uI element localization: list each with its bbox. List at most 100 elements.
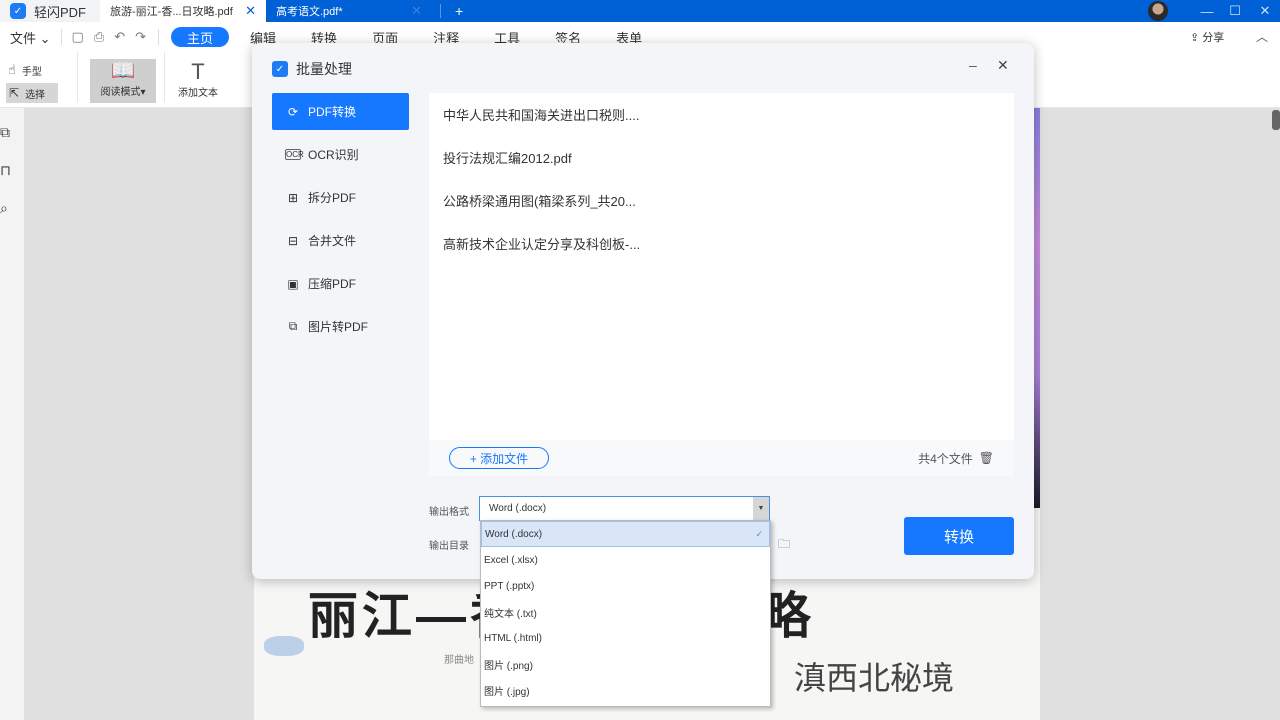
file-menu[interactable]: 文件 ⌄ xyxy=(10,28,51,47)
option-label: Excel (.xlsx) xyxy=(484,554,538,566)
format-option[interactable]: 图片 (.png) xyxy=(481,651,770,677)
sidebar-label: 合并文件 xyxy=(308,234,357,248)
option-label: 图片 (.png) xyxy=(484,660,533,672)
option-label: Word (.docx) xyxy=(485,528,543,540)
search-icon[interactable]: ⌕ xyxy=(0,200,8,217)
share-label: 分享 xyxy=(1202,32,1225,44)
option-label: PPT (.pptx) xyxy=(484,580,535,592)
tab-doc-1[interactable]: 旅游-丽江-香...日攻略.pdf ✕ xyxy=(100,0,266,22)
file-list-item[interactable]: 高新技术企业认定分享及科创板-... xyxy=(429,222,1014,265)
sidebar-label: 图片转PDF xyxy=(308,320,369,334)
add-text-button[interactable]: T 添加文本 xyxy=(178,59,218,100)
app-tab[interactable]: ✓ 轻闪PDF xyxy=(0,0,100,22)
format-option[interactable]: Word (.docx) ✓ xyxy=(481,521,770,547)
app-logo-icon: ✓ xyxy=(10,3,26,19)
file-list: 中华人民共和国海关进出口税则.... 投行法规汇编2012.pdf 公路桥梁通用… xyxy=(429,93,1014,440)
sidebar-item-ocr[interactable]: OCR OCR识别 xyxy=(272,136,409,173)
option-label: 图片 (.jpg) xyxy=(484,686,530,698)
add-file-button[interactable]: + 添加文件 xyxy=(449,447,549,469)
format-dropdown: Word (.docx) ✓ Excel (.xlsx) PPT (.pptx) … xyxy=(480,520,771,707)
file-list-item[interactable]: 公路桥梁通用图(箱梁系列_共20... xyxy=(429,179,1014,222)
format-option[interactable]: Excel (.xlsx) xyxy=(481,547,770,573)
new-tab-button[interactable]: + xyxy=(449,3,469,19)
check-icon: ✓ xyxy=(755,528,763,539)
chevron-down-icon[interactable]: ▼ xyxy=(753,497,769,520)
file-list-footer: + 添加文件 共4个文件 🗑 xyxy=(429,440,1014,476)
share-icon: ⇪ xyxy=(1190,32,1203,44)
collapse-ribbon-icon[interactable]: ︿ xyxy=(1256,28,1268,45)
select-tool[interactable]: ⇱ 选择 xyxy=(6,83,58,103)
file-list-item[interactable]: 中华人民共和国海关进出口税则.... xyxy=(429,93,1014,136)
close-tab-icon[interactable]: ✕ xyxy=(245,3,256,19)
convert-button[interactable]: 转换 xyxy=(904,517,1014,555)
share-button[interactable]: ⇪ 分享 xyxy=(1190,29,1224,45)
format-option[interactable]: HTML (.html) xyxy=(481,625,770,651)
print-icon[interactable]: ⎙ xyxy=(94,29,104,45)
read-mode-label: 阅读模式▾ xyxy=(100,87,146,98)
text-icon: T xyxy=(191,59,205,84)
folder-icon[interactable]: 🗀 xyxy=(778,535,790,556)
format-option[interactable]: 图片 (.jpg) xyxy=(481,677,770,703)
sidebar-item-split[interactable]: ⊞ 拆分PDF xyxy=(272,179,409,216)
dialog-sidebar: ⟳ PDF转换 OCR OCR识别 ⊞ 拆分PDF ⊟ 合并文件 ▣ 压缩PDF ⧉ 图片转… xyxy=(272,93,409,351)
option-label: HTML (.html) xyxy=(484,632,542,644)
hand-icon: ☝ xyxy=(8,62,16,77)
trash-icon[interactable]: 🗑 xyxy=(979,451,994,465)
convert-icon: ⟳ xyxy=(287,104,299,119)
image-to-pdf-icon: ⧉ xyxy=(288,319,298,333)
tab-label: 高考语文.pdf* xyxy=(276,6,343,18)
sidebar-item-compress[interactable]: ▣ 压缩PDF xyxy=(272,265,409,302)
tab-home[interactable]: 主页 xyxy=(171,27,230,47)
tab-divider xyxy=(440,4,441,18)
dialog-close-button[interactable]: ✕ xyxy=(997,57,1009,74)
maximize-button[interactable]: ☐ xyxy=(1220,0,1250,22)
user-avatar[interactable] xyxy=(1148,1,1168,21)
format-option[interactable]: PPT (.pptx) xyxy=(481,573,770,599)
map-label: 那曲地 xyxy=(444,655,474,666)
file-count-text: 共4个文件 xyxy=(918,451,973,466)
option-label: 纯文本 (.txt) xyxy=(484,608,537,620)
output-format-select[interactable]: Word (.docx) ▼ xyxy=(479,496,770,521)
add-text-label: 添加文本 xyxy=(178,88,218,99)
redo-icon[interactable]: ↷ xyxy=(135,29,146,45)
format-option[interactable]: 纯文本 (.txt) xyxy=(481,599,770,625)
tab-doc-2[interactable]: 高考语文.pdf* ✕ xyxy=(266,0,432,22)
cursor-icon: ⇱ xyxy=(9,86,20,100)
close-button[interactable]: ✕ xyxy=(1250,0,1280,22)
dialog-minimize-button[interactable]: – xyxy=(969,57,977,73)
map-lake xyxy=(264,636,304,656)
hand-tool[interactable]: ☝ 手型 xyxy=(8,62,42,78)
divider xyxy=(158,29,160,45)
sidebar-item-merge[interactable]: ⊟ 合并文件 xyxy=(272,222,409,259)
output-dir-label: 输出目录 xyxy=(429,541,469,552)
read-mode-button[interactable]: 📖 阅读模式▾ xyxy=(90,59,156,103)
sidebar-label: PDF转换 xyxy=(308,105,357,119)
save-icon[interactable]: ▢ xyxy=(72,29,84,45)
compress-icon: ▣ xyxy=(287,276,299,291)
sidebar-label: 拆分PDF xyxy=(308,191,357,205)
select-label: 选择 xyxy=(25,89,46,101)
app-name: 轻闪PDF xyxy=(34,4,87,20)
sidebar-label: 压缩PDF xyxy=(308,277,357,291)
divider xyxy=(60,29,62,45)
close-tab-icon[interactable]: ✕ xyxy=(411,3,422,19)
dialog-title-text: 批量处理 xyxy=(296,61,352,77)
title-bar: ✓ 轻闪PDF 旅游-丽江-香...日攻略.pdf ✕ 高考语文.pdf* ✕ … xyxy=(0,0,1280,22)
ocr-icon: OCR xyxy=(285,149,304,160)
divider xyxy=(164,52,165,102)
sidebar-item-pdf-convert[interactable]: ⟳ PDF转换 xyxy=(272,93,409,130)
file-list-item[interactable]: 投行法规汇编2012.pdf xyxy=(429,136,1014,179)
left-rail: ⧉ ⊓ ⌕ xyxy=(0,108,24,720)
thumbnails-icon[interactable]: ⧉ xyxy=(0,124,10,141)
undo-icon[interactable]: ↶ xyxy=(114,29,125,45)
divider xyxy=(77,52,78,102)
scrollbar-thumb[interactable] xyxy=(1272,110,1280,130)
document-subtitle: 滇西北秘境 xyxy=(794,660,955,696)
sidebar-item-image-to-pdf[interactable]: ⧉ 图片转PDF xyxy=(272,308,409,345)
merge-icon: ⊟ xyxy=(287,233,299,248)
minimize-button[interactable]: — xyxy=(1192,0,1222,22)
dialog-title: ✓ 批量处理 xyxy=(272,59,352,79)
split-icon: ⊞ xyxy=(287,190,299,205)
tab-label: 旅游-丽江-香...日攻略.pdf xyxy=(110,6,233,18)
bookmark-icon[interactable]: ⊓ xyxy=(0,162,11,179)
